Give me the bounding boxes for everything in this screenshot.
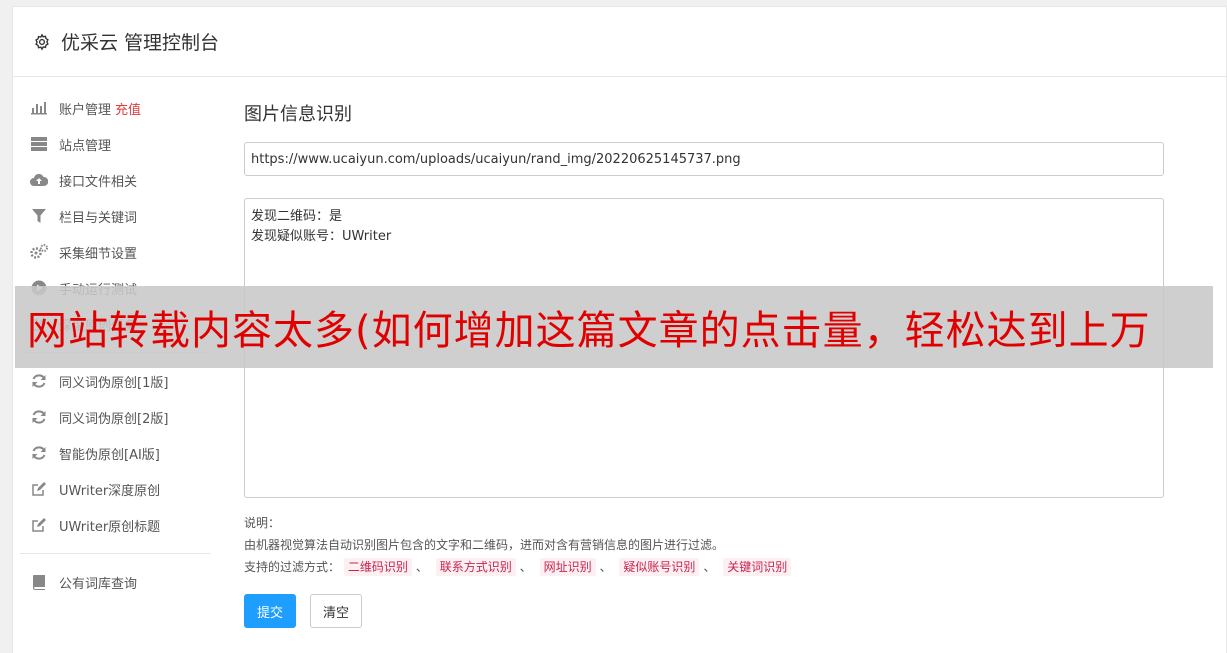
server-icon <box>30 135 48 153</box>
sidebar-item[interactable]: 站点管理 <box>20 126 210 162</box>
clear-button[interactable]: 清空 <box>310 594 363 628</box>
filter-tag: 联系方式识别 <box>435 558 516 576</box>
sidebar-item-label: 采集细节设置 <box>59 246 138 262</box>
sidebar-item[interactable]: 同义词伪原创[2版] <box>20 399 210 435</box>
filter-methods: 支持的过滤方式： 二维码识别、 联系方式识别、 网址识别、 疑似账号识别、 关键… <box>244 556 1164 578</box>
gear-icon <box>35 33 49 50</box>
cogs-icon <box>30 243 48 261</box>
sidebar-item[interactable]: 同义词伪原创[1版] <box>20 363 210 399</box>
page-title: 优采云 管理控制台 <box>61 32 220 54</box>
sidebar-item[interactable]: 智能伪原创[AI版] <box>20 435 210 471</box>
filter-tag: 二维码识别 <box>343 558 412 576</box>
card-header: 优采云 管理控制台 <box>13 7 1226 77</box>
bar-chart-icon <box>30 99 48 117</box>
sidebar-item[interactable]: 公有词库查询 <box>20 564 210 600</box>
sidebar-item-label: UWriter原创标题 <box>59 519 161 535</box>
section-title: 图片信息识别 <box>244 104 352 125</box>
filter-tag: 关键词识别 <box>723 558 792 576</box>
action-buttons: 提交 清空 <box>244 594 1164 628</box>
sidebar-item-label: 站点管理 <box>59 138 112 154</box>
book-icon <box>30 573 48 591</box>
recharge-link[interactable]: 充值 <box>115 99 141 118</box>
sidebar-item-label: 同义词伪原创[2版] <box>59 411 169 427</box>
filter-separator: 、 <box>599 560 612 574</box>
filter-separator: 、 <box>703 560 716 574</box>
description-note: 说明： 由机器视觉算法自动识别图片包含的文字和二维码，进而对含有营销信息的图片进… <box>244 512 1164 578</box>
filter-tag: 网址识别 <box>539 558 596 576</box>
sidebar-item[interactable]: 采集细节设置 <box>20 234 210 270</box>
filter-separator: 、 <box>519 560 532 574</box>
edit-icon <box>30 516 48 534</box>
sidebar-item[interactable]: 栏目与关键词 <box>20 198 210 234</box>
filter-tag: 疑似账号识别 <box>619 558 700 576</box>
sidebar-item-label: 账户管理 <box>59 102 112 118</box>
submit-button[interactable]: 提交 <box>244 594 297 628</box>
article-title-banner: 网站转载内容太多(如何增加这篇文章的点击量，轻松达到上万 <box>15 286 1213 368</box>
refresh-icon <box>30 444 48 462</box>
banner-text: 网站转载内容太多(如何增加这篇文章的点击量，轻松达到上万 <box>27 308 1151 354</box>
refresh-icon <box>30 408 48 426</box>
sidebar-item-label: 同义词伪原创[1版] <box>59 375 169 391</box>
sidebar-item-label: 栏目与关键词 <box>59 210 138 226</box>
filter-icon <box>30 207 48 225</box>
note-label: 说明： <box>244 516 281 530</box>
sidebar-item-label: UWriter深度原创 <box>59 483 161 499</box>
sidebar-item[interactable]: 账户管理 充值 <box>20 90 210 126</box>
image-url-input[interactable] <box>244 142 1164 176</box>
sidebar-item[interactable]: 接口文件相关 <box>20 162 210 198</box>
result-line-account: 发现疑似账号：UWriter <box>251 229 392 244</box>
sidebar-item-label: 接口文件相关 <box>59 174 138 190</box>
edit-icon <box>30 480 48 498</box>
sidebar-divider <box>20 553 210 554</box>
refresh-icon <box>30 372 48 390</box>
sidebar-item[interactable]: UWriter深度原创 <box>20 471 210 507</box>
result-line-qrcode: 发现二维码：是 <box>251 209 343 224</box>
filter-separator: 、 <box>415 560 428 574</box>
note-description: 由机器视觉算法自动识别图片包含的文字和二维码，进而对含有营销信息的图片进行过滤。 <box>244 538 725 552</box>
sidebar-item-label: 智能伪原创[AI版] <box>59 447 160 463</box>
sidebar-item[interactable]: UWriter原创标题 <box>20 507 210 543</box>
sidebar-item-label: 公有词库查询 <box>59 576 138 592</box>
cloud-upload-icon <box>30 171 48 189</box>
filter-label: 支持的过滤方式： <box>244 560 341 574</box>
